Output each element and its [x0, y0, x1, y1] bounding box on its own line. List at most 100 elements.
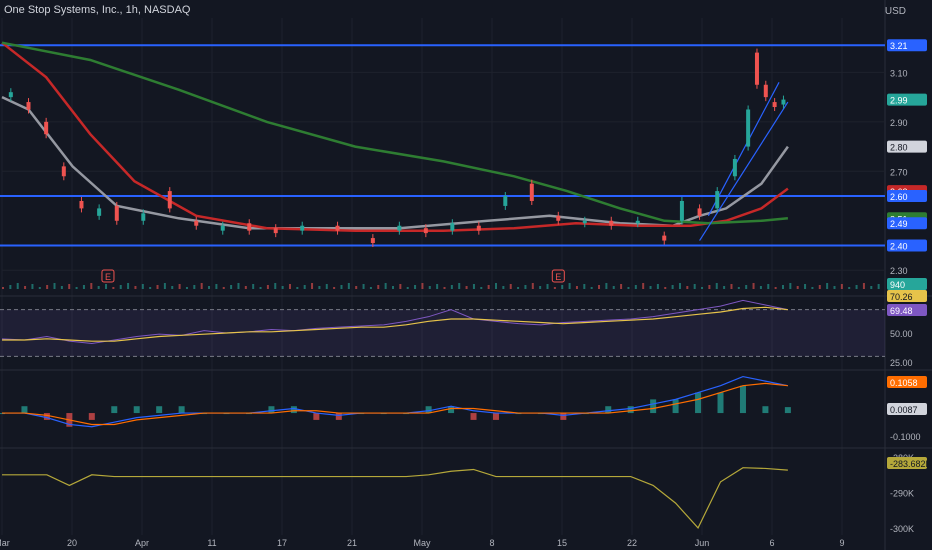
candle-body: [529, 183, 534, 201]
volume-bar: [185, 287, 188, 289]
price-tick-label: 2.30: [890, 266, 908, 276]
price-label: 2.80: [890, 143, 908, 153]
volume-bar: [399, 284, 402, 289]
volume-bar: [693, 284, 696, 289]
volume-bar: [296, 287, 299, 289]
volume-bar: [281, 286, 284, 289]
candle-body: [220, 225, 225, 231]
volume-bar: [46, 285, 49, 289]
volume-bar: [311, 283, 314, 289]
candle-body: [8, 92, 13, 98]
volume-bar: [333, 287, 336, 289]
volume-bar: [428, 286, 431, 289]
volume-bar: [230, 285, 233, 289]
volume-bar: [524, 285, 527, 289]
rsi-band: [0, 309, 885, 357]
volume-bar: [141, 284, 144, 289]
earnings-marker-letter: E: [555, 272, 561, 282]
candle-body: [697, 208, 702, 216]
volume-bar: [112, 287, 115, 289]
volume-bar: [38, 287, 41, 289]
volume-bar: [848, 287, 851, 289]
volume-bar: [303, 285, 306, 289]
volume-bar: [509, 284, 512, 289]
volume-bar: [53, 283, 56, 289]
volume-bar: [826, 283, 829, 289]
time-axis-label: Jun: [695, 538, 710, 548]
candle-body: [247, 223, 252, 231]
macd-histogram-bar: [21, 406, 28, 414]
volume-bar: [384, 283, 387, 289]
volume-bar: [266, 285, 269, 289]
time-axis-label: 6: [769, 538, 774, 548]
macd-histogram-bar: [335, 413, 342, 420]
volume-bar: [178, 284, 181, 289]
volume-bar: [355, 286, 358, 289]
volume-bar: [678, 283, 681, 289]
macd-histogram-bar: [268, 406, 275, 414]
price-tick-label: 3.10: [890, 68, 908, 78]
rsi-tick-label: 25.00: [890, 358, 913, 368]
volume-bar: [546, 284, 549, 289]
volume-bar: [627, 287, 630, 289]
volume-bar: [495, 283, 498, 289]
volume-bar: [737, 287, 740, 289]
volume-bar: [575, 286, 578, 289]
chart-root: 3.102.902.702.30EE3.212.992.802.622.602.…: [0, 0, 932, 550]
volume-bar: [612, 286, 615, 289]
volume-bar: [436, 284, 439, 289]
volume-bar: [458, 283, 461, 289]
time-axis-label: 15: [557, 538, 567, 548]
volume-bar: [237, 283, 240, 289]
candle-body: [300, 225, 305, 231]
volume-bar: [274, 283, 277, 289]
volume-bar: [480, 287, 483, 289]
macd-histogram-bar: [313, 413, 320, 420]
candle-body: [715, 191, 720, 209]
volume-bar: [774, 287, 777, 289]
volume-bar: [671, 285, 674, 289]
volume-bar: [811, 287, 814, 289]
volume-bar: [759, 286, 762, 289]
candle-body: [423, 228, 428, 234]
price-label: 2.40: [890, 241, 908, 251]
macd-histogram-bar: [672, 399, 679, 414]
volume-bar: [855, 285, 858, 289]
volume-bar: [149, 287, 152, 289]
volume-bar: [369, 287, 372, 289]
volume-bar: [347, 283, 350, 289]
candle-body: [397, 225, 402, 231]
rsi-tick-label: 50.00: [890, 329, 913, 339]
candle-body: [450, 223, 455, 231]
price-label: 2.49: [890, 219, 908, 229]
volume-bar: [870, 286, 873, 289]
candle-body: [476, 225, 481, 231]
moving-average-line: [1, 95, 789, 230]
price-label: 2.60: [890, 192, 908, 202]
volume-bar: [472, 284, 475, 289]
price-tick-label: 2.70: [890, 167, 908, 177]
time-axis-label: 11: [207, 538, 216, 548]
volume-bar: [708, 285, 711, 289]
candle-body: [754, 52, 759, 85]
time-axis-label: 21: [347, 538, 357, 548]
volume-bar: [119, 285, 122, 289]
candle-body: [114, 205, 119, 221]
volume-bar: [134, 286, 137, 289]
volume-bar: [193, 285, 196, 289]
volume-bar: [664, 287, 667, 289]
volume-bar: [31, 284, 34, 289]
volume-bar: [686, 286, 689, 289]
volume-bar: [68, 284, 71, 289]
time-axis-label: 20: [67, 538, 77, 548]
volume-bar: [561, 285, 564, 289]
macd-histogram-bar: [650, 399, 657, 414]
volume-bar: [531, 283, 534, 289]
volume-bar: [804, 284, 807, 289]
macd-signal-line: [2, 382, 788, 426]
candle-body: [167, 191, 172, 209]
macd-histogram-bar: [178, 406, 185, 414]
obv-tick-label: -290K: [890, 489, 914, 499]
candle-body: [635, 220, 640, 224]
volume-bar: [421, 283, 424, 289]
